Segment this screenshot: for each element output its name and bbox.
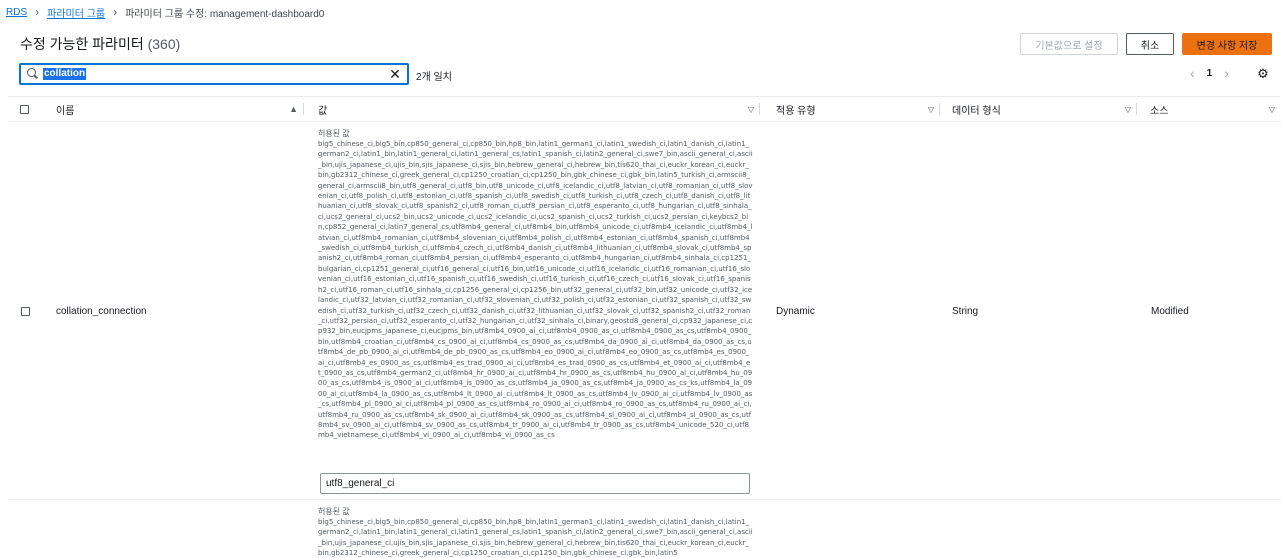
page-title-text: 수정 가능한 파라미터	[20, 36, 144, 52]
row-select-checkbox[interactable]	[21, 307, 30, 316]
column-divider	[759, 103, 760, 115]
column-divider	[939, 103, 940, 115]
sort-icon[interactable]: ▽	[1269, 105, 1275, 114]
column-header-name[interactable]: 이름 ▲	[48, 97, 304, 121]
apply-type: Dynamic	[776, 306, 815, 317]
allowed-values-text: big5_chinese_ci,big5_bin,cp850_general_c…	[318, 140, 753, 440]
parameter-count: (360)	[147, 36, 181, 52]
allowed-values-text: big5_chinese_ci,big5_bin,cp850_general_c…	[318, 518, 753, 558]
column-divider	[303, 103, 304, 115]
search-icon	[26, 67, 40, 81]
table-row: collation_connection 허용된 값 big5_chinese_…	[8, 122, 1281, 500]
column-header-data-type-label: 데이터 형식	[952, 105, 1001, 117]
search-input-value[interactable]: collation	[43, 68, 87, 80]
save-changes-button[interactable]: 변경 사항 저장	[1182, 33, 1272, 55]
source: Modified	[1151, 306, 1189, 317]
pagination: ‹ 1 ›	[1190, 66, 1229, 80]
search-input[interactable]: collation ✕	[19, 63, 409, 85]
breadcrumb-link-rds[interactable]: RDS	[6, 7, 27, 18]
table-row: 허용된 값 big5_chinese_ci,big5_bin,cp850_gen…	[8, 500, 1281, 558]
column-header-source[interactable]: 소스 ▽	[1142, 97, 1281, 121]
breadcrumb-current: 파라미터 그룹 수정: management-dashboard0	[125, 8, 325, 20]
current-page-number[interactable]: 1	[1207, 68, 1213, 79]
chevron-right-icon: ›	[113, 5, 118, 19]
sort-icon[interactable]: ▽	[748, 105, 754, 114]
allowed-values-label: 허용된 값	[318, 507, 350, 516]
allowed-values-block: 허용된 값 big5_chinese_ci,big5_bin,cp850_gen…	[318, 128, 753, 441]
cancel-button[interactable]: 취소	[1126, 33, 1174, 55]
gear-icon[interactable]: ⚙	[1256, 67, 1270, 81]
column-divider	[1136, 103, 1137, 115]
column-header-apply-type-label: 적용 유형	[776, 105, 816, 117]
sort-ascending-icon[interactable]: ▲	[289, 104, 298, 114]
previous-page-icon[interactable]: ‹	[1190, 66, 1195, 80]
clear-search-icon[interactable]: ✕	[389, 67, 401, 81]
column-header-source-label: 소스	[1150, 105, 1169, 117]
data-type: String	[952, 306, 979, 317]
column-header-value-label: 값	[318, 105, 328, 117]
select-all-cell	[20, 97, 40, 121]
table-header: 이름 ▲ 값 ▽ 적용 유형 ▽ 데이터 형식 ▽ 소스 ▽	[8, 96, 1281, 122]
column-header-apply-type[interactable]: 적용 유형 ▽	[768, 97, 940, 121]
page-title: 수정 가능한 파라미터 (360)	[20, 34, 180, 54]
breadcrumb-link-parameter-groups[interactable]: 파라미터 그룹	[47, 5, 105, 20]
sort-icon[interactable]: ▽	[1125, 105, 1131, 114]
match-count: 2개 일치	[416, 72, 452, 83]
column-header-data-type[interactable]: 데이터 형식 ▽	[944, 97, 1137, 121]
allowed-values-block: 허용된 값 big5_chinese_ci,big5_bin,cp850_gen…	[318, 506, 753, 558]
select-all-checkbox[interactable]	[20, 104, 29, 114]
breadcrumb: RDS › 파라미터 그룹 › 파라미터 그룹 수정: management-d…	[6, 4, 324, 20]
allowed-values-label: 허용된 값	[318, 129, 350, 138]
sort-icon[interactable]: ▽	[928, 105, 934, 114]
next-page-icon[interactable]: ›	[1224, 66, 1229, 80]
reset-to-default-button[interactable]: 기본값으로 설정	[1020, 33, 1118, 55]
parameter-value-input[interactable]: utf8_general_ci	[320, 473, 750, 494]
chevron-right-icon: ›	[35, 5, 40, 19]
parameter-name: collation_connection	[56, 306, 147, 317]
column-header-name-label: 이름	[56, 105, 75, 117]
column-header-value[interactable]: 값 ▽	[310, 97, 760, 121]
